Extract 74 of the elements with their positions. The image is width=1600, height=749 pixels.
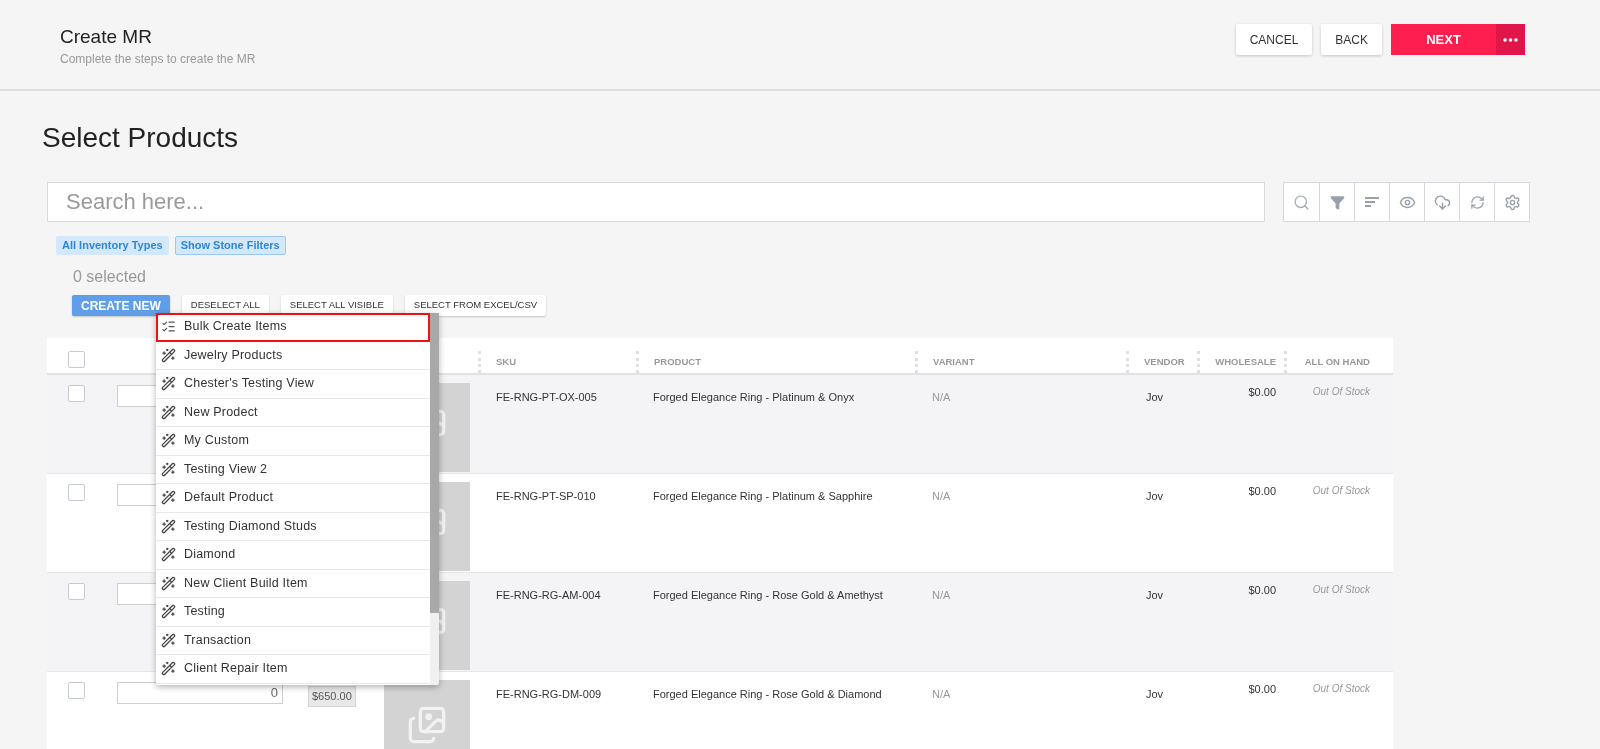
menu-item[interactable]: New Client Build Item	[156, 569, 430, 598]
product-cell: Forged Elegance Ring - Rose Gold & Amethyst	[653, 589, 883, 601]
unit-cost-field[interactable]: $650.00	[308, 686, 356, 707]
more-icon	[1503, 37, 1518, 42]
checkbox[interactable]	[68, 385, 85, 402]
menu-item[interactable]: Testing	[156, 598, 430, 627]
menu-item[interactable]: Testing Diamond Studs	[156, 512, 430, 541]
header-subtitle: Complete the steps to create the MR	[60, 51, 256, 68]
sort-icon	[1365, 196, 1379, 208]
sku-cell: FE-RNG-RG-DM-009	[496, 688, 602, 700]
magic-wand-icon	[161, 547, 176, 563]
vendor-cell: Jov	[1146, 490, 1164, 502]
search-icon	[1293, 193, 1310, 211]
variant-cell: N/A	[932, 391, 951, 403]
menu-item[interactable]: Diamond	[156, 541, 430, 570]
magic-wand-icon	[161, 632, 176, 648]
magic-wand-icon	[161, 461, 176, 477]
checkbox[interactable]	[68, 484, 85, 501]
stock-status-cell-text: Out Of Stock	[1312, 682, 1370, 696]
magic-wand-icon	[161, 433, 176, 449]
vendor-cell: Jov	[1146, 391, 1164, 403]
header-button[interactable]: BACK	[1321, 24, 1382, 55]
action-button[interactable]: SELECT FROM EXCEL/CSV	[404, 295, 547, 316]
selection-count: 0 selected	[73, 268, 146, 285]
menu-item[interactable]: New Prodect	[156, 398, 430, 427]
sku-cell: FE-RNG-RG-AM-004	[496, 589, 601, 601]
search-field[interactable]: Search here...	[47, 182, 1265, 222]
header-button[interactable]: CANCEL	[1235, 24, 1313, 55]
stock-status-cell-text: Out Of Stock	[1312, 484, 1370, 498]
menu-item[interactable]: My Custom	[156, 427, 430, 456]
checkbox[interactable]	[68, 351, 85, 368]
checkbox[interactable]	[68, 682, 85, 699]
magic-wand-icon	[161, 518, 176, 534]
menu-item[interactable]: Testing View 2	[156, 455, 430, 484]
menu-item[interactable]: Default Product	[156, 484, 430, 513]
wholesale-cell-text: $0.00	[1248, 583, 1276, 598]
menu-item[interactable]: Client Repair Item	[156, 655, 430, 684]
page-title: Select Products	[42, 121, 240, 155]
product-cell: Forged Elegance Ring - Platinum & Onyx	[653, 391, 855, 403]
magic-wand-icon	[161, 490, 176, 506]
cloud-download-icon	[1433, 193, 1451, 211]
variant-cell: N/A	[932, 688, 951, 700]
menu-item[interactable]: Bulk Create Items	[156, 313, 430, 342]
magic-wand-icon	[161, 376, 176, 392]
magic-wand-icon	[161, 404, 176, 420]
stock-status-cell-text: Out Of Stock	[1312, 385, 1370, 399]
settings-icon	[1503, 193, 1521, 211]
checklist-icon	[161, 319, 176, 335]
product-cell: Forged Elegance Ring - Platinum & Sapphire	[653, 490, 873, 502]
menu-item[interactable]: Transaction	[156, 626, 430, 655]
menu-item[interactable]: Chester's Testing View	[156, 370, 430, 399]
vendor-cell: Jov	[1146, 589, 1164, 601]
header-title: Create MR	[60, 25, 153, 49]
menu-item[interactable]: Jewelry Products	[156, 341, 430, 370]
wholesale-cell-text: $0.00	[1248, 682, 1276, 697]
stock-status-cell-text: Out Of Stock	[1312, 583, 1370, 597]
vendor-cell: Jov	[1146, 688, 1164, 700]
magic-wand-icon	[161, 661, 176, 677]
filter-icon	[1329, 194, 1345, 210]
refresh-icon	[1469, 194, 1485, 210]
product-cell: Forged Elegance Ring - Rose Gold & Diamond	[653, 688, 882, 700]
more-button[interactable]	[1496, 24, 1525, 55]
magic-wand-icon	[161, 347, 176, 363]
variant-cell: N/A	[932, 589, 951, 601]
wholesale-cell-text: $0.00	[1248, 385, 1276, 400]
checkbox[interactable]	[68, 583, 85, 600]
scrollbar-thumb[interactable]	[430, 313, 439, 613]
sku-cell: FE-RNG-PT-OX-005	[496, 391, 597, 403]
magic-wand-icon	[161, 604, 176, 620]
magic-wand-icon	[161, 575, 176, 591]
next-button[interactable]: NEXT	[1391, 24, 1496, 55]
wholesale-cell-text: $0.00	[1248, 484, 1276, 499]
variant-cell: N/A	[932, 490, 951, 502]
sku-cell: FE-RNG-PT-SP-010	[496, 490, 596, 502]
